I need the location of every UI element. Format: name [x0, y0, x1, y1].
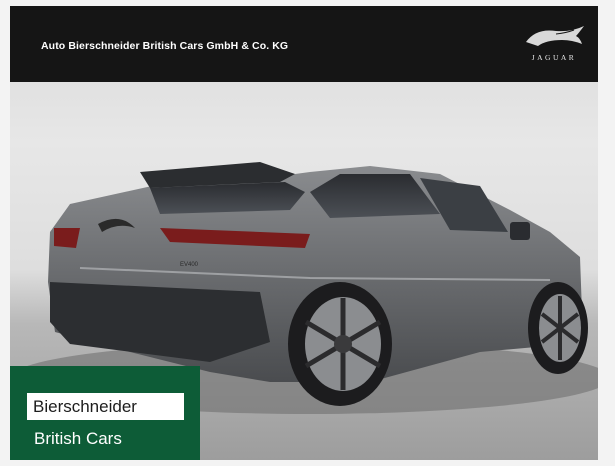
taillight-left — [54, 228, 80, 248]
badge-name-box: Bierschneider — [27, 393, 184, 420]
rear-bumper — [50, 282, 270, 362]
badge-dealer-subtitle: British Cars — [34, 429, 122, 448]
model-badge: EV400 — [180, 262, 199, 268]
dealer-header-bar: Auto Bierschneider British Cars GmbH & C… — [10, 6, 598, 82]
listing-image-frame: EV400 Auto Bierschneider British Cars Gm… — [0, 0, 615, 466]
leaping-jaguar-icon — [526, 26, 584, 46]
dealer-logo-badge: Bierschneider British Cars — [10, 366, 200, 460]
rear-wheel-hub — [334, 335, 352, 353]
badge-dealer-name: Bierschneider — [33, 397, 137, 416]
side-mirror — [510, 222, 530, 240]
dealer-name: Auto Bierschneider British Cars GmbH & C… — [41, 40, 289, 52]
jaguar-logo: JAGUAR — [516, 22, 592, 68]
brand-wordmark: JAGUAR — [531, 53, 577, 62]
vehicle-photo: EV400 Auto Bierschneider British Cars Gm… — [10, 6, 598, 460]
